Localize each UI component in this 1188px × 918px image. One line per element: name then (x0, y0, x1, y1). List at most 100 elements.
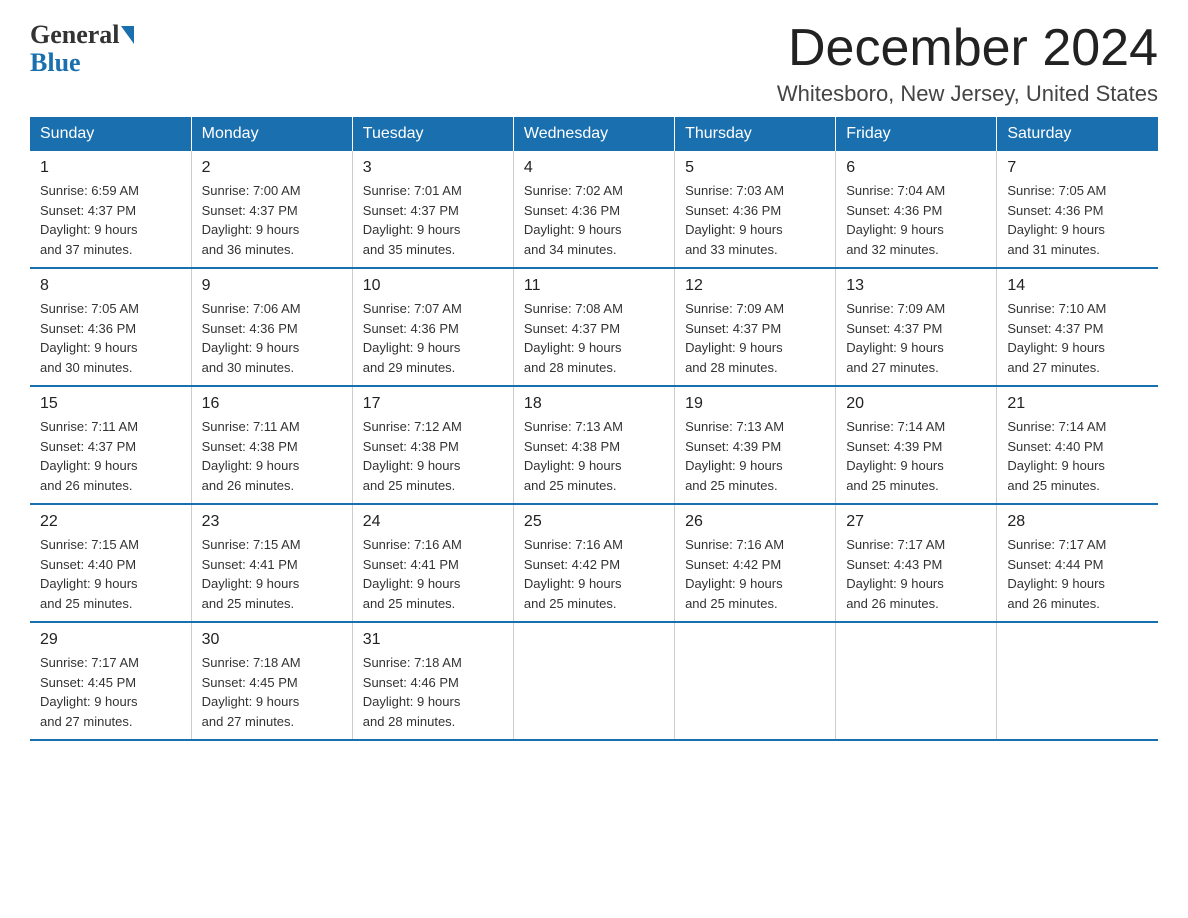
sunset-label: Sunset: 4:37 PM (685, 321, 781, 336)
sunrise-label: Sunrise: 7:09 AM (685, 301, 784, 316)
calendar-day-cell: 16 Sunrise: 7:11 AM Sunset: 4:38 PM Dayl… (191, 386, 352, 504)
sunset-label: Sunset: 4:43 PM (846, 557, 942, 572)
sunset-label: Sunset: 4:36 PM (202, 321, 298, 336)
day-info: Sunrise: 7:11 AM Sunset: 4:38 PM Dayligh… (202, 417, 342, 495)
calendar-day-cell: 12 Sunrise: 7:09 AM Sunset: 4:37 PM Dayl… (675, 268, 836, 386)
weekday-header-tuesday: Tuesday (352, 117, 513, 151)
calendar-day-cell: 15 Sunrise: 7:11 AM Sunset: 4:37 PM Dayl… (30, 386, 191, 504)
sunrise-label: Sunrise: 7:17 AM (1007, 537, 1106, 552)
day-number: 27 (846, 513, 986, 531)
day-number: 15 (40, 395, 181, 413)
day-info: Sunrise: 7:15 AM Sunset: 4:41 PM Dayligh… (202, 535, 342, 613)
page-header: General Blue December 2024 Whitesboro, N… (30, 20, 1158, 107)
sunrise-label: Sunrise: 7:04 AM (846, 183, 945, 198)
sunset-label: Sunset: 4:36 PM (1007, 203, 1103, 218)
daylight-minutes: and 34 minutes. (524, 242, 617, 257)
day-info: Sunrise: 7:18 AM Sunset: 4:45 PM Dayligh… (202, 653, 342, 731)
daylight-minutes: and 26 minutes. (40, 478, 133, 493)
daylight-minutes: and 27 minutes. (202, 714, 295, 729)
daylight-label: Daylight: 9 hours (202, 222, 300, 237)
calendar-day-cell: 7 Sunrise: 7:05 AM Sunset: 4:36 PM Dayli… (997, 151, 1158, 268)
sunset-label: Sunset: 4:42 PM (524, 557, 620, 572)
calendar-day-cell: 8 Sunrise: 7:05 AM Sunset: 4:36 PM Dayli… (30, 268, 191, 386)
daylight-label: Daylight: 9 hours (363, 458, 461, 473)
day-info: Sunrise: 7:10 AM Sunset: 4:37 PM Dayligh… (1007, 299, 1148, 377)
calendar-day-cell: 30 Sunrise: 7:18 AM Sunset: 4:45 PM Dayl… (191, 622, 352, 740)
weekday-header-wednesday: Wednesday (513, 117, 674, 151)
daylight-label: Daylight: 9 hours (685, 340, 783, 355)
logo-arrow-icon (121, 26, 134, 44)
day-number: 20 (846, 395, 986, 413)
calendar-day-cell (675, 622, 836, 740)
calendar-day-cell: 14 Sunrise: 7:10 AM Sunset: 4:37 PM Dayl… (997, 268, 1158, 386)
calendar-day-cell: 1 Sunrise: 6:59 AM Sunset: 4:37 PM Dayli… (30, 151, 191, 268)
day-number: 8 (40, 277, 181, 295)
day-number: 26 (685, 513, 825, 531)
sunset-label: Sunset: 4:38 PM (202, 439, 298, 454)
sunset-label: Sunset: 4:37 PM (40, 439, 136, 454)
weekday-header-monday: Monday (191, 117, 352, 151)
day-number: 7 (1007, 159, 1148, 177)
calendar-day-cell: 31 Sunrise: 7:18 AM Sunset: 4:46 PM Dayl… (352, 622, 513, 740)
day-info: Sunrise: 7:13 AM Sunset: 4:38 PM Dayligh… (524, 417, 664, 495)
day-info: Sunrise: 7:05 AM Sunset: 4:36 PM Dayligh… (1007, 181, 1148, 259)
calendar-day-cell: 17 Sunrise: 7:12 AM Sunset: 4:38 PM Dayl… (352, 386, 513, 504)
daylight-label: Daylight: 9 hours (846, 458, 944, 473)
calendar-day-cell: 28 Sunrise: 7:17 AM Sunset: 4:44 PM Dayl… (997, 504, 1158, 622)
calendar-day-cell: 4 Sunrise: 7:02 AM Sunset: 4:36 PM Dayli… (513, 151, 674, 268)
logo-general: General (30, 20, 120, 50)
daylight-minutes: and 28 minutes. (363, 714, 456, 729)
calendar-day-cell: 11 Sunrise: 7:08 AM Sunset: 4:37 PM Dayl… (513, 268, 674, 386)
daylight-minutes: and 26 minutes. (202, 478, 295, 493)
sunrise-label: Sunrise: 7:00 AM (202, 183, 301, 198)
day-number: 4 (524, 159, 664, 177)
day-number: 11 (524, 277, 664, 295)
day-number: 30 (202, 631, 342, 649)
day-info: Sunrise: 7:05 AM Sunset: 4:36 PM Dayligh… (40, 299, 181, 377)
sunset-label: Sunset: 4:38 PM (363, 439, 459, 454)
daylight-minutes: and 30 minutes. (40, 360, 133, 375)
sunset-label: Sunset: 4:45 PM (202, 675, 298, 690)
daylight-minutes: and 25 minutes. (40, 596, 133, 611)
day-number: 14 (1007, 277, 1148, 295)
calendar-day-cell: 9 Sunrise: 7:06 AM Sunset: 4:36 PM Dayli… (191, 268, 352, 386)
sunset-label: Sunset: 4:37 PM (202, 203, 298, 218)
day-info: Sunrise: 7:01 AM Sunset: 4:37 PM Dayligh… (363, 181, 503, 259)
calendar-day-cell: 22 Sunrise: 7:15 AM Sunset: 4:40 PM Dayl… (30, 504, 191, 622)
sunrise-label: Sunrise: 7:13 AM (685, 419, 784, 434)
daylight-label: Daylight: 9 hours (524, 222, 622, 237)
sunrise-label: Sunrise: 7:10 AM (1007, 301, 1106, 316)
day-number: 10 (363, 277, 503, 295)
sunrise-label: Sunrise: 7:16 AM (363, 537, 462, 552)
title-block: December 2024 Whitesboro, New Jersey, Un… (777, 20, 1158, 107)
calendar-day-cell: 10 Sunrise: 7:07 AM Sunset: 4:36 PM Dayl… (352, 268, 513, 386)
daylight-label: Daylight: 9 hours (202, 458, 300, 473)
calendar-day-cell: 2 Sunrise: 7:00 AM Sunset: 4:37 PM Dayli… (191, 151, 352, 268)
daylight-label: Daylight: 9 hours (202, 694, 300, 709)
sunrise-label: Sunrise: 7:11 AM (40, 419, 138, 434)
day-number: 22 (40, 513, 181, 531)
day-number: 21 (1007, 395, 1148, 413)
daylight-label: Daylight: 9 hours (1007, 458, 1105, 473)
daylight-minutes: and 37 minutes. (40, 242, 133, 257)
weekday-header-row: SundayMondayTuesdayWednesdayThursdayFrid… (30, 117, 1158, 151)
daylight-label: Daylight: 9 hours (1007, 576, 1105, 591)
daylight-label: Daylight: 9 hours (40, 458, 138, 473)
daylight-label: Daylight: 9 hours (524, 576, 622, 591)
sunrise-label: Sunrise: 7:17 AM (846, 537, 945, 552)
daylight-minutes: and 27 minutes. (1007, 360, 1100, 375)
weekday-header-sunday: Sunday (30, 117, 191, 151)
sunrise-label: Sunrise: 7:15 AM (202, 537, 301, 552)
day-number: 25 (524, 513, 664, 531)
daylight-label: Daylight: 9 hours (1007, 340, 1105, 355)
daylight-label: Daylight: 9 hours (363, 222, 461, 237)
sunset-label: Sunset: 4:36 PM (40, 321, 136, 336)
sunset-label: Sunset: 4:44 PM (1007, 557, 1103, 572)
daylight-minutes: and 32 minutes. (846, 242, 939, 257)
day-number: 9 (202, 277, 342, 295)
daylight-minutes: and 33 minutes. (685, 242, 778, 257)
daylight-minutes: and 36 minutes. (202, 242, 295, 257)
daylight-minutes: and 27 minutes. (846, 360, 939, 375)
sunrise-label: Sunrise: 7:18 AM (202, 655, 301, 670)
sunset-label: Sunset: 4:39 PM (846, 439, 942, 454)
